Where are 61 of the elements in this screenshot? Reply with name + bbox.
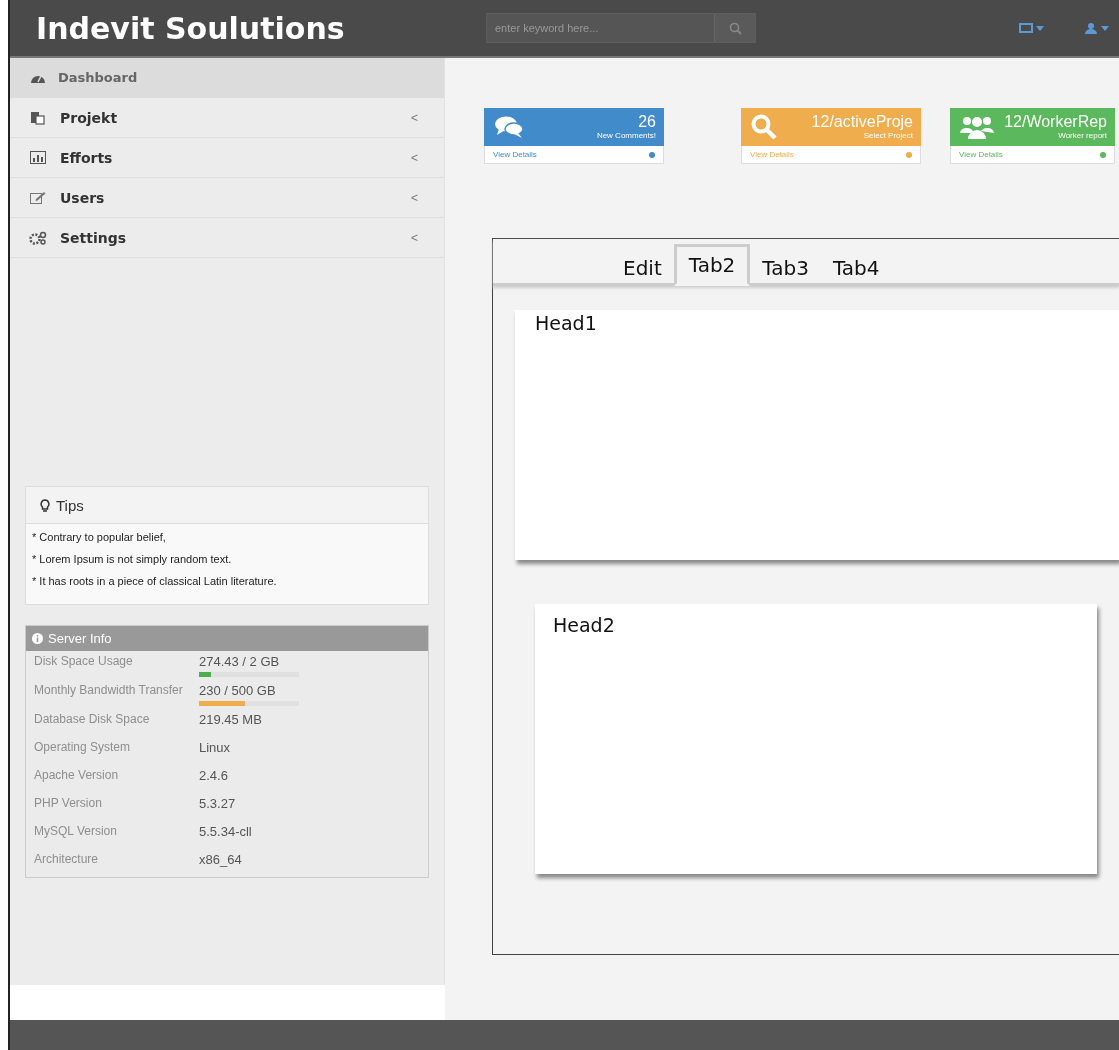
menu-item[interactable]: Users < (10, 178, 444, 218)
info-value: 274.43 / 2 GB (199, 654, 281, 669)
server-info-title: Server Info (48, 631, 112, 646)
menu-item[interactable]: Dashboard (10, 58, 444, 98)
info-value: 5.3.27 (199, 796, 237, 811)
caret-icon: < (411, 110, 426, 125)
tip-text: * Contrary to popular belief, (31, 530, 167, 545)
stat-caption: Select Project (863, 131, 913, 141)
search-button[interactable] (714, 13, 756, 43)
info-value: x86_64 (199, 852, 243, 867)
tab[interactable]: Tab3 (750, 250, 821, 286)
info-label: Apache Version (34, 768, 120, 784)
user-icon (1084, 22, 1098, 34)
stat-value: 12/activeProje (811, 113, 913, 131)
lightbulb-icon (40, 498, 50, 512)
caret-icon: < (411, 230, 426, 245)
info-label: PHP Version (34, 796, 103, 812)
info-label: Disk Space Usage (34, 654, 134, 670)
tips-title: Tips (56, 496, 84, 514)
info-label: Operating System (34, 740, 132, 756)
info-value: 2.4.6 (199, 768, 229, 783)
info-label: Monthly Bandwidth Transfer (34, 683, 184, 699)
info-value: Linux (199, 740, 232, 755)
info-value: 5.5.34-cll (199, 824, 253, 839)
menu-item[interactable]: Settings < (10, 218, 444, 258)
tip-text: * It has roots in a piece of classical Latin literature. (31, 574, 278, 589)
search-icon (728, 21, 742, 35)
tip-text: * Lorem Ipsum is not simply random text. (31, 552, 233, 567)
stat-value: 26 (638, 113, 656, 131)
speech-bubbles-icon (494, 115, 524, 139)
tab[interactable]: Tab4 (820, 250, 892, 286)
card-heading: Head1 (534, 311, 598, 336)
people-group-icon (960, 115, 994, 139)
view-details-link[interactable]: View Details (493, 150, 537, 159)
stat-value: 12/WorkerRep (1004, 113, 1107, 131)
stat-caption: New Comments! (596, 131, 656, 141)
info-value: 219.45 MB (199, 712, 263, 727)
info-label: Database Disk Space (34, 712, 151, 728)
search-icon (751, 114, 777, 140)
caret-icon: < (411, 190, 426, 205)
caret-icon (1101, 25, 1109, 31)
info-label: Architecture (34, 852, 100, 868)
menu-item[interactable]: Projekt < (10, 98, 444, 138)
edit-icon (30, 191, 46, 204)
bar-chart-icon (30, 151, 46, 164)
info-icon (32, 633, 43, 644)
flag-menu-button[interactable] (1019, 22, 1044, 34)
caret-icon: < (411, 150, 426, 165)
tab[interactable]: Edit (611, 250, 674, 286)
gears-icon (29, 230, 47, 245)
user-menu-button[interactable] (1084, 22, 1109, 34)
menu-item[interactable]: Efforts < (10, 138, 444, 178)
info-value: 230 / 500 GB (199, 683, 277, 698)
documents-icon (30, 110, 46, 125)
brand-title: Indevit Soulutions (36, 10, 346, 46)
card-heading: Head2 (552, 613, 616, 638)
stat-caption: Worker report (1058, 131, 1107, 141)
search-field[interactable]: enter keyword here... (486, 13, 714, 43)
caret-icon (1036, 25, 1044, 31)
tab[interactable]: Tab2 (673, 244, 751, 286)
info-label: MySQL Version (34, 824, 118, 840)
